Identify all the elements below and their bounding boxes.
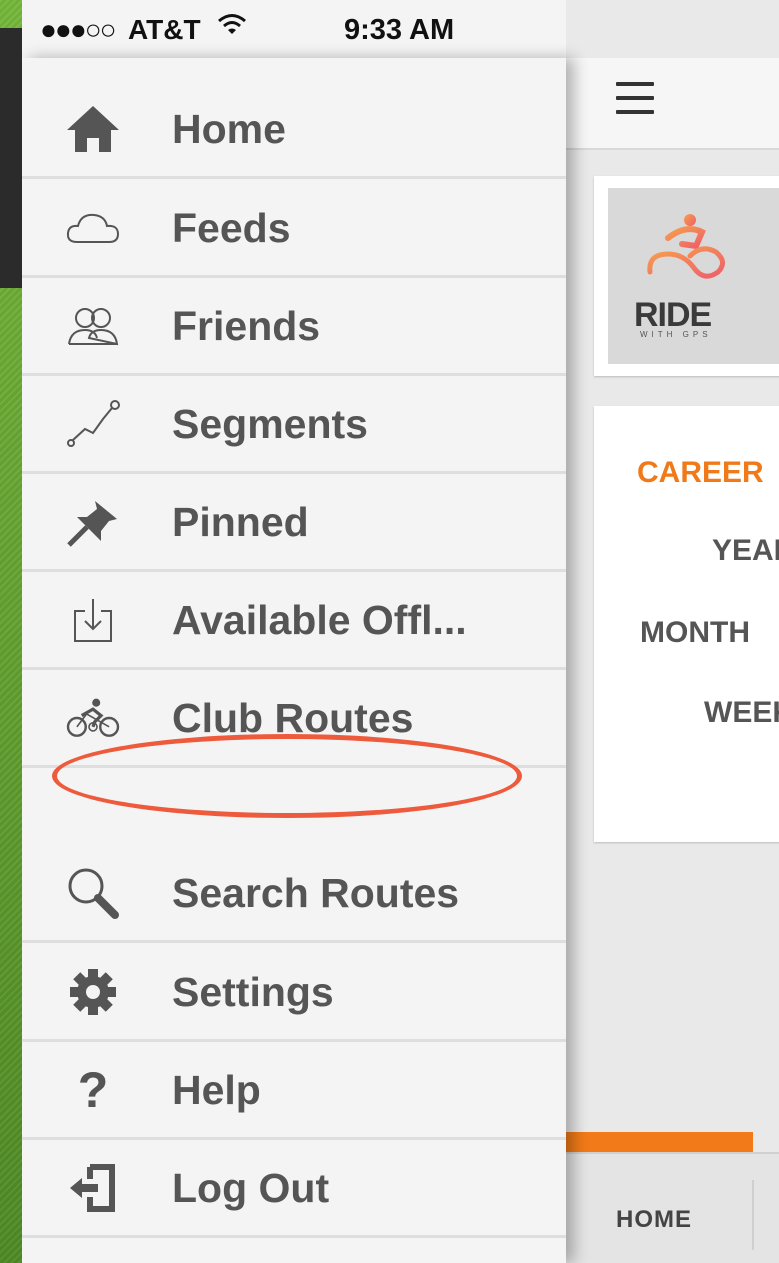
menu-item-available-offline[interactable]: Available Offl... (22, 571, 566, 670)
menu-item-label: Help (172, 1067, 261, 1113)
menu-item-label: Settings (172, 969, 334, 1015)
menu-item-settings[interactable]: Settings (22, 943, 566, 1042)
phone-screen: ●●●○○ AT&T 9:33 AM RIDE WITH GPS CAREER … (22, 0, 779, 1263)
highlight-annotation (52, 734, 522, 818)
menu-item-label: Feeds (172, 205, 291, 251)
menu-item-label: Home (172, 106, 286, 152)
menu-item-label: Search Routes (172, 870, 460, 916)
main-header (566, 58, 779, 150)
wifi-icon (217, 12, 247, 45)
stat-year-label: YEAR (712, 534, 779, 567)
tab-divider (752, 1180, 754, 1250)
logo-card: RIDE WITH GPS (594, 176, 779, 376)
friends-icon (64, 299, 122, 353)
menu-item-segments[interactable]: Segments (22, 375, 566, 474)
main-screen: RIDE WITH GPS CAREER YEAR MONTH WEEK HOM… (566, 0, 779, 1263)
clock: 9:33 AM (344, 14, 455, 46)
download-icon (64, 593, 122, 647)
hamburger-menu-icon[interactable] (616, 82, 654, 116)
help-icon: ? (77, 1062, 109, 1118)
home-icon (64, 102, 122, 156)
stat-career-label: CAREER (637, 456, 764, 489)
menu-item-feeds[interactable]: Feeds (22, 179, 566, 278)
logout-icon (64, 1161, 122, 1215)
search-icon (64, 866, 122, 920)
active-tab-indicator (566, 1132, 753, 1152)
gear-icon (64, 965, 122, 1019)
stat-week-label: WEEK (704, 696, 779, 729)
signal-strength: ●●●○○ (40, 14, 117, 45)
app-logo: RIDE WITH GPS (608, 188, 779, 364)
menu-item-label: Pinned (172, 499, 309, 545)
cyclist-icon (64, 691, 122, 745)
pin-icon (64, 495, 122, 549)
cyclist-logo-icon (647, 214, 725, 279)
menu-item-pinned[interactable]: Pinned (22, 473, 566, 572)
menu-item-label: Log Out (172, 1165, 330, 1211)
bottom-tab-bar: HOME (566, 1152, 779, 1263)
navigation-drawer: Home Feeds Friends Segments Pinned Avail… (22, 58, 566, 1263)
menu-item-help[interactable]: ? Help (22, 1041, 566, 1140)
tab-home[interactable]: HOME (616, 1206, 692, 1234)
stats-card: CAREER YEAR MONTH WEEK (594, 406, 779, 842)
segments-icon (64, 397, 122, 451)
carrier-name: AT&T (128, 14, 201, 45)
menu-item-label: Available Offl... (172, 597, 467, 643)
menu-item-search-routes[interactable]: Search Routes (22, 844, 566, 943)
menu-item-home[interactable]: Home (22, 80, 566, 179)
menu-item-label: Friends (172, 303, 321, 349)
cloud-icon (64, 201, 122, 255)
menu-item-friends[interactable]: Friends (22, 277, 566, 376)
stat-month-label: MONTH (640, 616, 750, 649)
menu-item-label: Segments (172, 401, 368, 447)
logo-subtext: WITH GPS (640, 330, 712, 339)
menu-item-log-out[interactable]: Log Out (22, 1139, 566, 1238)
